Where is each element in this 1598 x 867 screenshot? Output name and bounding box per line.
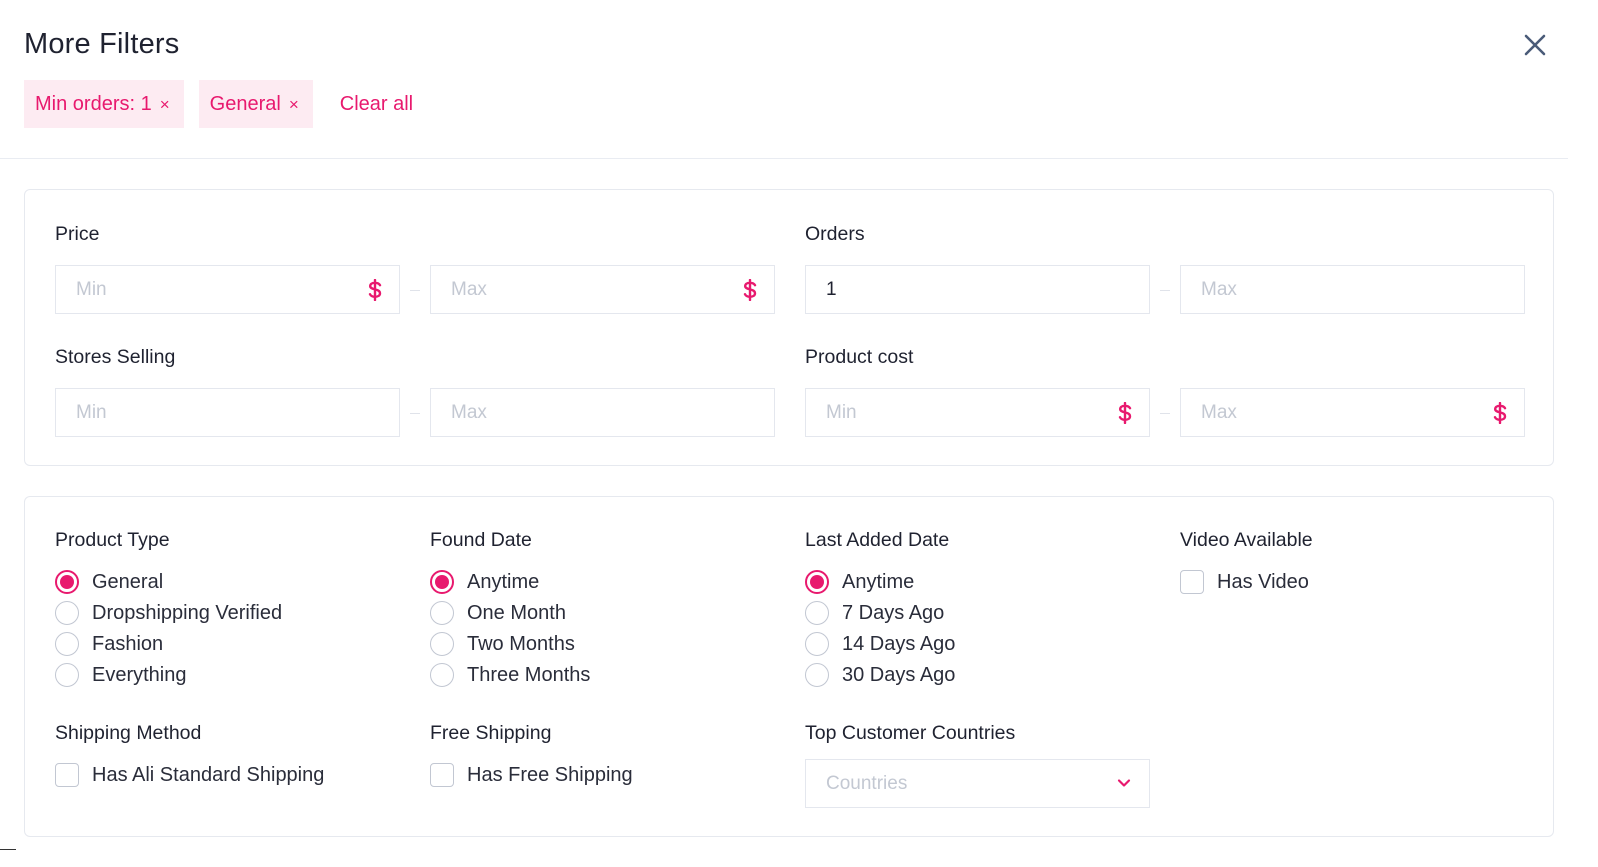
radio-found-anytime[interactable]: Anytime	[430, 570, 539, 594]
chip-min-orders[interactable]: Min orders: 1 ×	[24, 80, 184, 128]
shipping-method-label: Shipping Method	[55, 722, 202, 744]
clear-all-link[interactable]: Clear all	[340, 93, 413, 116]
price-max-placeholder: Max	[451, 278, 487, 300]
checkbox[interactable]	[430, 763, 454, 787]
last-added-date-label: Last Added Date	[805, 529, 950, 551]
page-title: More Filters	[24, 28, 180, 60]
stores-selling-max-input[interactable]: Max	[430, 388, 775, 437]
price-min-input[interactable]: Min	[55, 265, 400, 314]
checkbox-label: Has Ali Standard Shipping	[92, 763, 325, 786]
radio-product-type-everything[interactable]: Everything	[55, 663, 187, 687]
dollar-icon	[1118, 402, 1132, 424]
chip-label: General	[209, 92, 281, 115]
radio-button[interactable]	[430, 570, 454, 594]
orders-min-input[interactable]: 1	[805, 265, 1150, 314]
radio-label: General	[92, 570, 164, 593]
price-min-placeholder: Min	[76, 278, 107, 300]
radio-last-added-anytime[interactable]: Anytime	[805, 570, 914, 594]
checkbox-has-video[interactable]: Has Video	[1180, 570, 1309, 594]
radio-label: Two Months	[467, 632, 575, 655]
radio-last-added-30-days[interactable]: 30 Days Ago	[805, 663, 955, 687]
radio-button[interactable]	[805, 601, 829, 625]
radio-button[interactable]	[55, 663, 79, 687]
remove-chip-icon[interactable]: ×	[289, 96, 299, 113]
filters-header: More Filters Min orders: 1 × General × C…	[0, 0, 1568, 159]
countries-select[interactable]: Countries	[805, 759, 1150, 808]
stores-selling-min-input[interactable]: Min	[55, 388, 400, 437]
radio-button[interactable]	[430, 601, 454, 625]
dollar-icon	[1493, 402, 1507, 424]
product-cost-min-placeholder: Min	[826, 401, 857, 423]
chevron-down-icon	[1117, 779, 1131, 787]
checkbox-label: Has Free Shipping	[467, 763, 633, 786]
checkbox-ali-standard-shipping[interactable]: Has Ali Standard Shipping	[55, 763, 324, 787]
radio-label: Everything	[92, 663, 187, 686]
radio-button[interactable]	[805, 632, 829, 656]
product-type-label: Product Type	[55, 529, 170, 551]
remove-chip-icon[interactable]: ×	[160, 96, 170, 113]
radio-label: Anytime	[467, 570, 540, 593]
active-filter-chips: Min orders: 1 × General × Clear all	[24, 80, 413, 128]
range-separator	[1160, 290, 1170, 291]
stores-min-placeholder: Min	[76, 401, 107, 423]
radio-found-two-months[interactable]: Two Months	[430, 632, 575, 656]
orders-max-input[interactable]: Max	[1180, 265, 1525, 314]
dollar-icon	[368, 279, 382, 301]
radio-found-three-months[interactable]: Three Months	[430, 663, 590, 687]
range-filters-card: Price Min Max Orders 1 Max Stores Sellin…	[24, 189, 1554, 466]
radio-found-one-month[interactable]: One Month	[430, 601, 566, 625]
video-available-label: Video Available	[1180, 529, 1313, 551]
found-date-label: Found Date	[430, 529, 532, 551]
checkbox[interactable]	[1180, 570, 1204, 594]
radio-product-type-general[interactable]: General	[55, 570, 163, 594]
chip-label: Min orders: 1	[35, 92, 152, 115]
stores-max-placeholder: Max	[451, 401, 487, 423]
orders-min-value: 1	[826, 278, 837, 300]
dollar-icon	[743, 279, 757, 301]
divider	[0, 849, 16, 850]
close-button[interactable]	[1518, 28, 1552, 62]
close-icon[interactable]	[1524, 34, 1546, 56]
radio-button[interactable]	[805, 570, 829, 594]
radio-label: 14 Days Ago	[842, 632, 956, 655]
radio-label: Three Months	[467, 663, 591, 686]
radio-button[interactable]	[430, 663, 454, 687]
radio-label: 7 Days Ago	[842, 601, 945, 624]
countries-placeholder: Countries	[826, 772, 908, 794]
radio-button[interactable]	[430, 632, 454, 656]
free-shipping-label: Free Shipping	[430, 722, 552, 744]
radio-label: 30 Days Ago	[842, 663, 956, 686]
orders-max-placeholder: Max	[1201, 278, 1237, 300]
radio-label: Dropshipping Verified	[92, 601, 283, 624]
orders-label: Orders	[805, 223, 865, 245]
radio-label: One Month	[467, 601, 566, 624]
range-separator	[1160, 413, 1170, 414]
radio-label: Fashion	[92, 632, 164, 655]
radio-button[interactable]	[55, 601, 79, 625]
radio-button[interactable]	[55, 632, 79, 656]
radio-last-added-14-days[interactable]: 14 Days Ago	[805, 632, 955, 656]
radio-product-type-dropshipping[interactable]: Dropshipping Verified	[55, 601, 282, 625]
product-cost-label: Product cost	[805, 346, 914, 368]
radio-product-type-fashion[interactable]: Fashion	[55, 632, 163, 656]
option-filters-card: Product Type General Dropshipping Verifi…	[24, 496, 1554, 837]
range-separator	[410, 290, 420, 291]
checkbox-free-shipping[interactable]: Has Free Shipping	[430, 763, 633, 787]
radio-label: Anytime	[842, 570, 915, 593]
chip-general[interactable]: General ×	[198, 80, 313, 128]
price-label: Price	[55, 223, 100, 245]
checkbox-label: Has Video	[1217, 570, 1309, 593]
product-cost-max-placeholder: Max	[1201, 401, 1237, 423]
radio-last-added-7-days[interactable]: 7 Days Ago	[805, 601, 944, 625]
range-separator	[410, 413, 420, 414]
price-max-input[interactable]: Max	[430, 265, 775, 314]
radio-button[interactable]	[805, 663, 829, 687]
product-cost-min-input[interactable]: Min	[805, 388, 1150, 437]
radio-button[interactable]	[55, 570, 79, 594]
checkbox[interactable]	[55, 763, 79, 787]
stores-selling-label: Stores Selling	[55, 346, 176, 368]
top-customer-countries-label: Top Customer Countries	[805, 722, 1016, 744]
product-cost-max-input[interactable]: Max	[1180, 388, 1525, 437]
